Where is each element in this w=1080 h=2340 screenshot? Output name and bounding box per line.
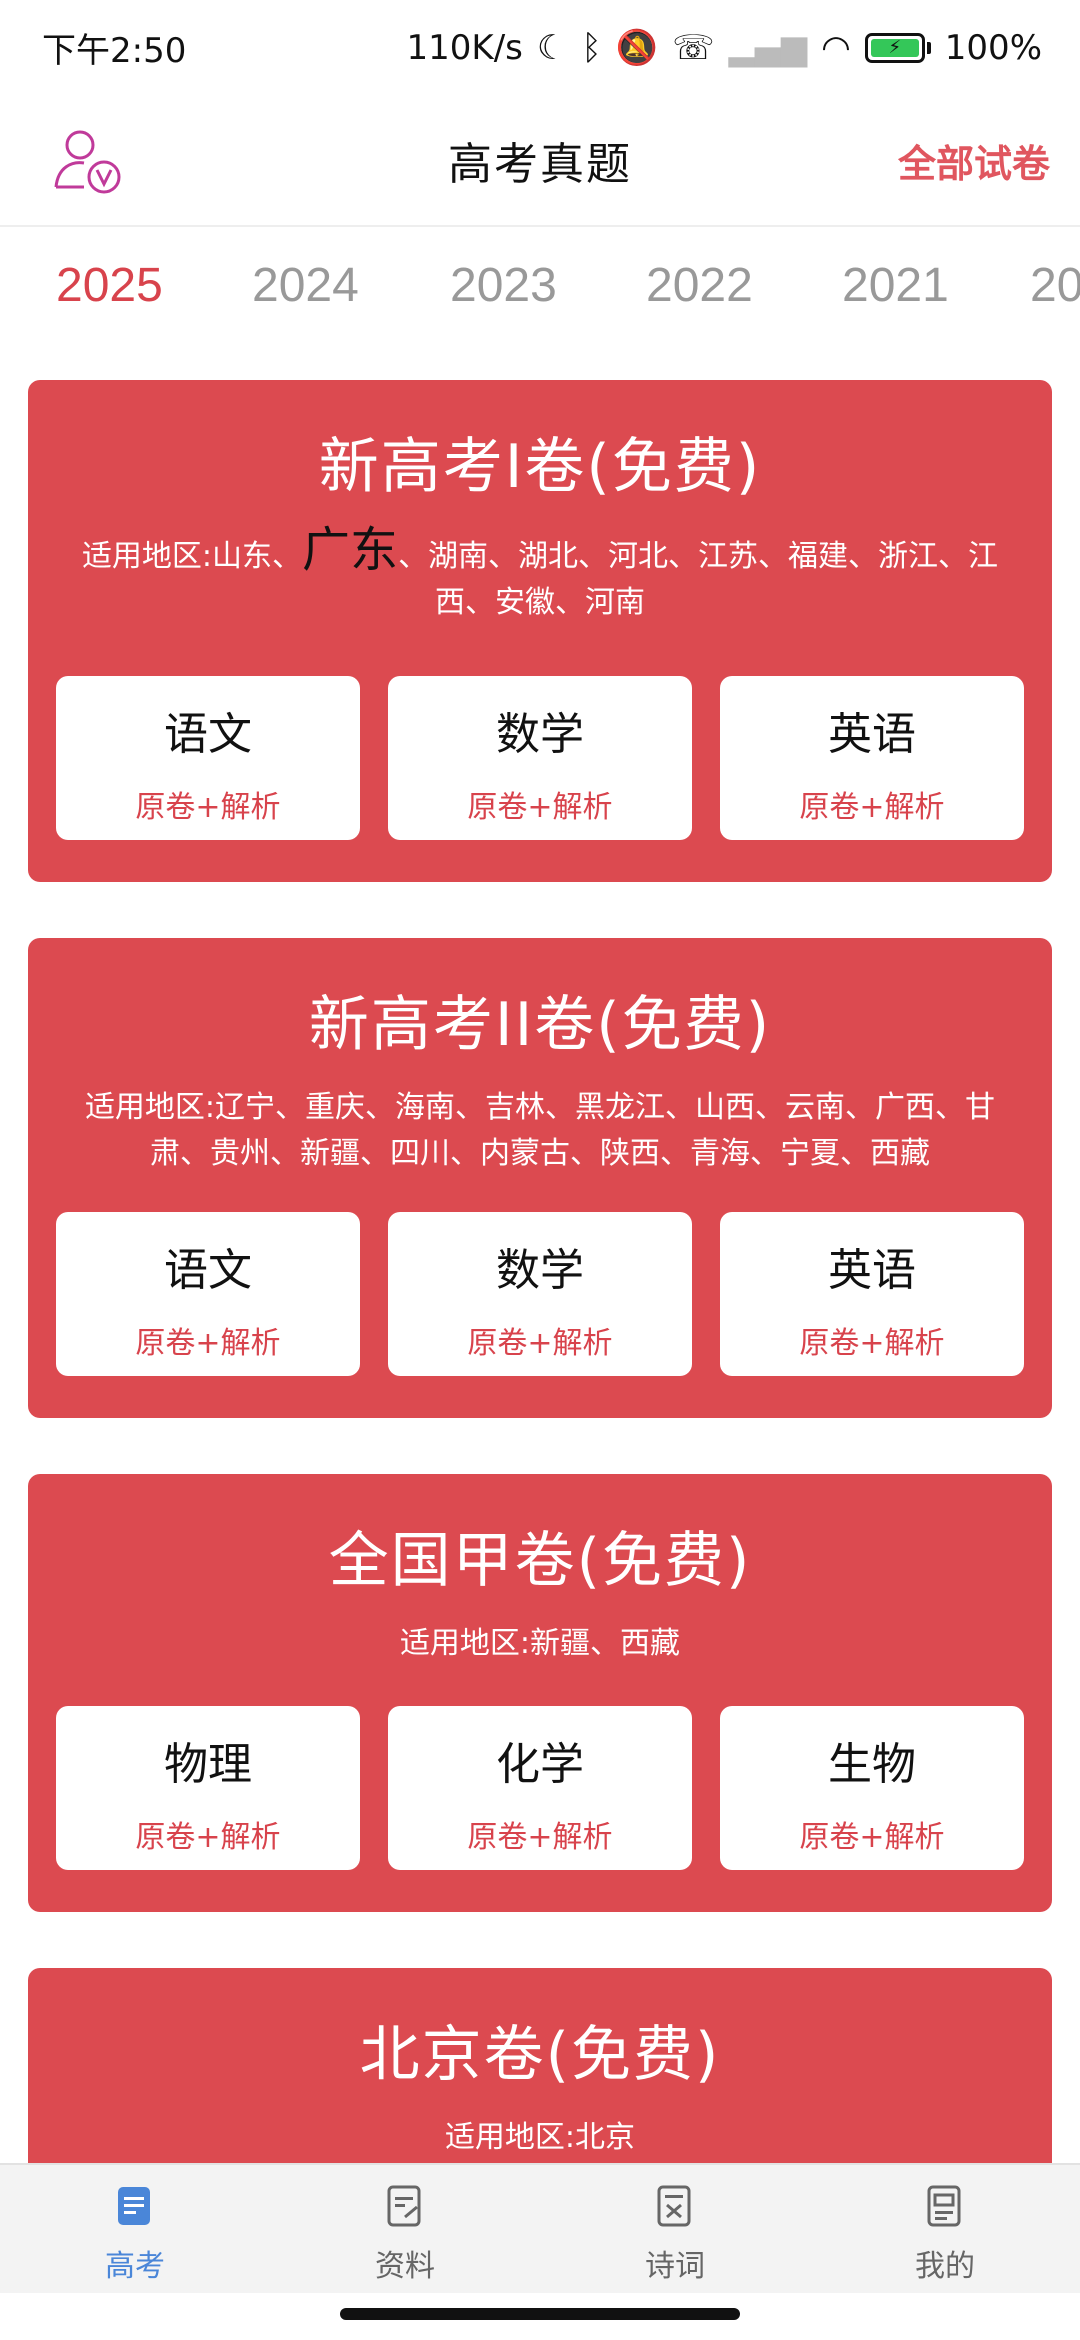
bluetooth-icon: ᛒ [581,27,602,68]
subject-link: 原卷+解析 [799,790,945,825]
status-bar: 下午2:50 110K/s ☾ ᛒ 🔕 ☏ ▂▄▆ ◠ ⚡ 100% [0,0,1080,95]
subject-button-chinese[interactable]: 语文 原卷+解析 [56,676,360,840]
region-prefix: 适用地区:山东、 [81,539,303,574]
nav-label: 资料 [375,2249,435,2284]
subject-name: 化学 [496,1739,584,1790]
subject-button-physics[interactable]: 物理 原卷+解析 [56,1706,360,1870]
region-highlight: 广东 [302,522,399,578]
subject-name: 生物 [828,1739,916,1790]
nav-item-gaokao[interactable]: 高考 [0,2165,270,2293]
subject-button-biology[interactable]: 生物 原卷+解析 [720,1706,1024,1870]
battery-level: 100% [944,27,1042,68]
bottom-nav: 高考 资料 诗词 我的 [0,2163,1080,2293]
page-title: 高考真题 [448,139,632,190]
subject-button-english[interactable]: 英语 原卷+解析 [720,676,1024,840]
battery-icon: ⚡ [864,32,931,63]
card-region: 适用地区:北京 [444,2120,636,2155]
home-indicator[interactable] [340,2308,740,2320]
subject-link: 原卷+解析 [135,1326,281,1361]
tab-year-2023[interactable]: 2023 [450,258,557,313]
tab-year-2025[interactable]: 2025 [56,258,163,313]
subject-row: 语文 原卷+解析 数学 原卷+解析 英语 原卷+解析 [56,1212,1024,1376]
app-header: 高考真题 全部试卷 [0,95,1080,227]
subject-button-math[interactable]: 数学 原卷+解析 [388,676,692,840]
wifi-icon: ◠ [821,27,851,68]
subject-name: 英语 [828,1245,916,1296]
tab-year-2022[interactable]: 2022 [646,258,753,313]
subject-button-math[interactable]: 数学 原卷+解析 [388,1212,692,1376]
status-time: 下午2:50 [42,31,187,71]
exam-doc-icon [118,2187,150,2225]
subject-button-english[interactable]: 英语 原卷+解析 [720,1212,1024,1376]
tab-year-partial[interactable]: 20 [1030,258,1080,313]
region-rest: 、湖南、湖北、河北、江苏、福建、浙江、江西、安徽、河南 [398,539,999,620]
signal-icon: ▂▄▆ [728,27,808,68]
subject-button-chemistry[interactable]: 化学 原卷+解析 [388,1706,692,1870]
year-tabs: 2025 2024 2023 2022 2021 20 [0,228,1080,338]
tab-year-2021[interactable]: 2021 [842,258,949,313]
subject-link: 原卷+解析 [799,1820,945,1855]
card-title: 新高考II卷(免费) [308,990,772,1060]
subject-link: 原卷+解析 [135,1820,281,1855]
nav-label: 我的 [915,2249,975,2284]
subject-name: 物理 [164,1739,252,1790]
card-title: 新高考I卷(免费) [318,432,762,502]
subject-row: 物理 原卷+解析 化学 原卷+解析 生物 原卷+解析 [56,1706,1024,1870]
card-title: 全国甲卷(免费) [328,1526,752,1596]
call-forward-icon: ☏ [672,27,715,68]
subject-name: 语文 [164,709,252,760]
exam-card-new-gaokao-1: 新高考I卷(免费) 适用地区:山东、广东、湖南、湖北、河北、江苏、福建、浙江、江… [28,380,1052,882]
subject-name: 英语 [828,709,916,760]
exam-card-new-gaokao-2: 新高考II卷(免费) 适用地区:辽宁、重庆、海南、吉林、黑龙江、山西、云南、广西… [28,938,1052,1418]
nav-item-poetry[interactable]: 诗词 [540,2165,810,2293]
subject-link: 原卷+解析 [799,1326,945,1361]
exam-card-national-a: 全国甲卷(免费) 适用地区:新疆、西藏 物理 原卷+解析 化学 原卷+解析 生物… [28,1474,1052,1912]
status-icons: 110K/s ☾ ᛒ 🔕 ☏ ▂▄▆ ◠ ⚡ 100% [407,28,1042,68]
mute-bell-icon: 🔕 [615,27,659,68]
materials-icon [387,2185,421,2227]
card-region: 适用地区:新疆、西藏 [399,1626,681,1661]
subject-name: 数学 [496,709,584,760]
network-speed: 110K/s [406,27,523,68]
subject-link: 原卷+解析 [467,790,613,825]
tab-year-2024[interactable]: 2024 [252,258,359,313]
nav-item-materials[interactable]: 资料 [270,2165,540,2293]
moon-icon: ☾ [536,27,568,68]
subject-link: 原卷+解析 [467,1820,613,1855]
subject-link: 原卷+解析 [135,790,281,825]
card-title: 北京卷(免费) [359,2020,721,2090]
profile-doc-icon [927,2185,961,2227]
card-region: 适用地区:山东、广东、湖南、湖北、河北、江苏、福建、浙江、江西、安徽、河南 [68,526,1012,626]
card-region: 适用地区:辽宁、重庆、海南、吉林、黑龙江、山西、云南、广西、甘肃、贵州、新疆、四… [84,1090,996,1171]
subject-name: 数学 [496,1245,584,1296]
subject-link: 原卷+解析 [467,1326,613,1361]
all-papers-link[interactable]: 全部试卷 [898,133,1050,188]
subject-row: 语文 原卷+解析 数学 原卷+解析 英语 原卷+解析 [56,676,1024,840]
nav-item-mine[interactable]: 我的 [810,2165,1080,2293]
subject-name: 语文 [164,1245,252,1296]
subject-button-chinese[interactable]: 语文 原卷+解析 [56,1212,360,1376]
nav-label: 高考 [105,2249,165,2284]
vip-user-icon[interactable] [50,123,126,199]
nav-label: 诗词 [645,2249,705,2284]
poetry-icon [657,2185,691,2227]
